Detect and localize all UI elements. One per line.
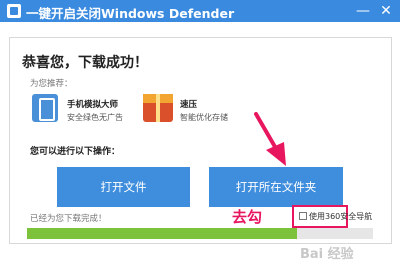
navigation-checkbox[interactable] (299, 212, 307, 220)
uncheck-annotation: 去勾 (232, 208, 263, 226)
download-success-heading: 恭喜您，下载成功！ (22, 55, 148, 71)
close-button[interactable]: ✕ (375, 0, 397, 22)
recommendation-name[interactable]: 手机模拟大师 (67, 98, 118, 110)
recommendation-description: 安全绿色无广告 (67, 113, 123, 122)
progress-fill (27, 228, 297, 239)
window-title: 一键开启关闭Windows Defender (26, 6, 235, 21)
open-file-button[interactable]: 打开文件 (57, 167, 190, 207)
open-folder-button[interactable]: 打开所在文件夹 (209, 167, 343, 207)
navigation-checkbox-label[interactable]: 使用360安全导航 (309, 211, 372, 222)
phone-emulator-icon[interactable] (32, 94, 58, 122)
recommendation-name[interactable]: 速压 (180, 98, 197, 110)
app-window: 一键开启关闭Windows Defender — ✕ 恭喜您，下载成功！ 为您推… (0, 0, 400, 267)
download-status: 已经为您下载完成！ (30, 214, 107, 224)
zip-compress-icon[interactable] (143, 94, 173, 122)
recommend-label: 为您推荐： (30, 79, 73, 89)
baidu-watermark: Bai 经验 (300, 247, 354, 262)
title-bar[interactable]: 一键开启关闭Windows Defender — ✕ (0, 0, 400, 22)
recommendation-description: 智能优化存储 (180, 113, 228, 122)
operations-label: 您可以进行以下操作： (30, 147, 121, 157)
download-progress-bar (27, 228, 373, 239)
app-logo-icon (7, 4, 21, 18)
minimize-button[interactable]: — (352, 0, 374, 22)
arrow-annotation-icon (254, 112, 286, 166)
